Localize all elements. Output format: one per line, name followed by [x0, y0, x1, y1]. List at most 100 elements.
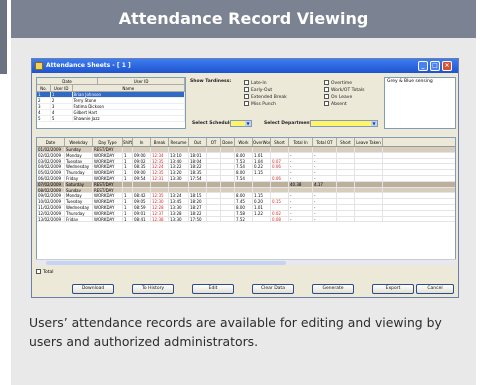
employee-row[interactable]: 5 5 Shawnie Jazz: [37, 116, 185, 122]
maximize-icon[interactable]: □: [430, 61, 440, 71]
grid-cell: 40.38: [289, 181, 313, 187]
grid-col-header[interactable]: Break: [151, 138, 169, 146]
grid-col-header[interactable]: Short: [271, 138, 289, 146]
grid-cell: WORKDAY: [93, 158, 123, 164]
checkbox-extended-break[interactable]: Extended Break: [244, 94, 287, 101]
employee-group-header: Date User ID: [37, 78, 185, 85]
grid-col-header[interactable]: Weekday: [65, 138, 93, 146]
checkbox-overtime[interactable]: Overtime: [324, 80, 352, 87]
checkbox-absent[interactable]: Absent: [324, 101, 347, 108]
grid-cell: WORKDAY: [93, 164, 123, 170]
total-checkbox[interactable]: Total: [36, 269, 54, 275]
grid-cell: 0.06: [271, 164, 289, 170]
horizontal-scrollbar[interactable]: [36, 259, 456, 265]
table-row[interactable]: 13/02/2009 Friday WORKDAY 1 08:41 12:38 13:30 1…: [37, 216, 455, 223]
checkbox-label: Work/OT Totals: [331, 88, 365, 93]
grid-cell: [355, 216, 383, 222]
cancel-button[interactable]: Cancel: [416, 284, 454, 294]
grid-cell: 12:34: [151, 152, 169, 158]
checkbox-late-in[interactable]: Late-In: [244, 80, 267, 87]
grid-cell: Sunday: [65, 187, 93, 193]
employee-cell-name: Fatima Dickson: [73, 104, 185, 109]
grid-col-header[interactable]: Work: [235, 138, 253, 146]
grid-cell: 13:45: [169, 199, 189, 204]
grid-cell: [221, 193, 235, 199]
schedule-select[interactable]: ▼: [230, 120, 252, 127]
grid-cell: [337, 164, 355, 170]
grid-cell: [221, 147, 235, 152]
grid-cell: [253, 181, 271, 187]
close-icon[interactable]: ×: [442, 61, 452, 71]
grid-cell: [221, 152, 235, 158]
grid-cell: Tuesday: [65, 199, 93, 204]
generate-button[interactable]: Generate: [312, 284, 354, 294]
grid-cell: [271, 193, 289, 199]
grid-cell: [207, 152, 221, 158]
grid-cell: 1: [123, 152, 133, 158]
grid-col-header[interactable]: Shift: [123, 138, 133, 146]
grid-cell: -: [289, 152, 313, 158]
to-history-button[interactable]: To History: [132, 284, 174, 294]
grid-cell: WORKDAY: [93, 199, 123, 204]
grid-cell: 09:05: [133, 199, 151, 204]
grid-cell: -: [289, 170, 313, 175]
grid-cell: [189, 187, 207, 193]
grid-cell: 18:22: [189, 210, 207, 216]
scrollbar-thumb[interactable]: [46, 261, 286, 265]
checkbox-icon: [324, 94, 329, 99]
group-header-date: Date: [37, 78, 99, 84]
employee-cell-name: Gilbert Hart: [73, 110, 185, 115]
grid-col-header[interactable]: Leave Taken: [355, 138, 383, 146]
grid-col-header[interactable]: In: [133, 138, 151, 146]
minimize-icon[interactable]: _: [418, 61, 428, 71]
grid-cell: [207, 193, 221, 199]
grid-cell: [151, 181, 169, 187]
grid-cell: 1: [123, 216, 133, 222]
grid-cell: [207, 175, 221, 181]
grid-cell: [221, 164, 235, 170]
grid-col-header[interactable]: Done: [221, 138, 235, 146]
grid-cell: [151, 147, 169, 152]
department-select[interactable]: ▼: [310, 120, 378, 127]
grid-cell: [337, 187, 355, 193]
grid-col-header[interactable]: Resume: [169, 138, 189, 146]
grid-cell: 18:01: [189, 152, 207, 158]
employee-cell-name: Shawnie Jazz: [73, 116, 185, 121]
grid-cell: [221, 181, 235, 187]
checkbox-on-leave[interactable]: On Leave: [324, 94, 352, 101]
grid-cell: [221, 216, 235, 222]
checkbox-work-ot-totals[interactable]: Work/OT Totals: [324, 87, 365, 94]
grid-cell: 0.20: [253, 199, 271, 204]
grid-col-header[interactable]: Total OT: [313, 138, 337, 146]
grid-cell: [313, 187, 337, 193]
grid-col-header[interactable]: Out: [189, 138, 207, 146]
grid-cell: [123, 187, 133, 193]
grid-cell: [355, 199, 383, 204]
grid-cell: [221, 210, 235, 216]
checkbox-miss-punch[interactable]: Miss Punch: [244, 101, 276, 108]
show-tardiness-label: Show Tardiness:: [190, 79, 232, 84]
grid-cell: 06/02/2009: [37, 175, 65, 181]
grid-col-header[interactable]: OverWork: [253, 138, 271, 146]
grid-cell: 1: [123, 175, 133, 181]
checkbox-label: Late-In: [251, 81, 267, 86]
grid-cell: [337, 147, 355, 152]
download-button[interactable]: Download: [72, 284, 114, 294]
edit-button[interactable]: Edit: [192, 284, 234, 294]
grid-col-header[interactable]: Date: [37, 138, 65, 146]
checkbox-label: On Leave: [331, 95, 353, 100]
grid-col-header[interactable]: Day Type: [93, 138, 123, 146]
grid-cell: [207, 164, 221, 170]
checkbox-label: Miss Punch: [251, 102, 276, 107]
grid-col-header[interactable]: Total In: [289, 138, 313, 146]
grid-col-header[interactable]: OT: [207, 138, 221, 146]
export-button[interactable]: Export: [372, 284, 414, 294]
clear-data-button[interactable]: Clear Data: [252, 284, 294, 294]
checkbox-early-out[interactable]: Early-Out: [244, 87, 272, 94]
grid-col-header[interactable]: Short: [337, 138, 355, 146]
grid-cell: 09:02: [133, 158, 151, 164]
checkbox-icon: [324, 101, 329, 106]
grid-cell: -: [289, 216, 313, 222]
employee-cell-id: 1: [51, 92, 73, 97]
checkbox-icon: [324, 87, 329, 92]
